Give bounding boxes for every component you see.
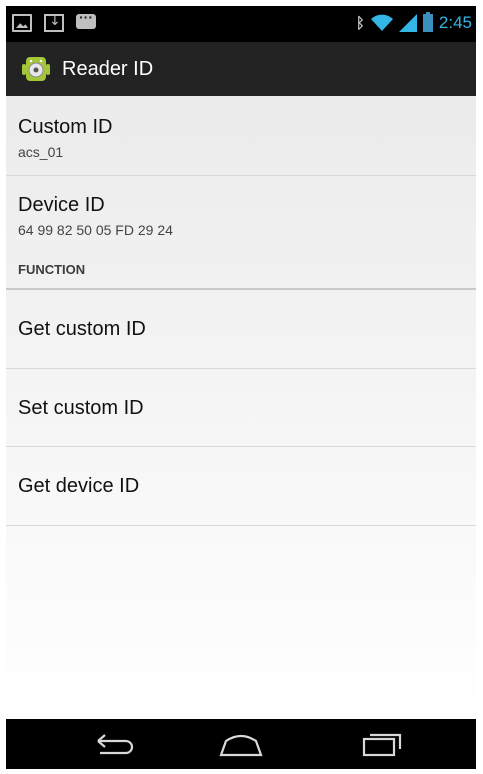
set-custom-id-button[interactable]: Set custom ID — [6, 369, 476, 446]
back-icon[interactable] — [88, 729, 138, 759]
preference-list: Custom ID acs_01 Device ID 64 99 82 50 0… — [6, 96, 476, 719]
signal-icon — [398, 14, 417, 32]
custom-id-title: Custom ID — [18, 116, 113, 138]
notification-icons — [12, 9, 96, 32]
app-title: Reader ID — [62, 57, 154, 80]
recent-apps-icon[interactable] — [358, 729, 408, 759]
phone-screen: ᛒ 2:45 Reader ID Custom ID acs_01 — [6, 6, 476, 769]
android-icon[interactable] — [20, 53, 52, 85]
divider — [6, 525, 476, 526]
get-device-id-label: Get device ID — [18, 475, 140, 497]
get-custom-id-label: Get custom ID — [18, 318, 146, 340]
chat-icon — [76, 9, 96, 29]
gallery-icon — [12, 14, 32, 32]
status-time: 2:45 — [438, 13, 472, 32]
battery-icon — [422, 12, 433, 32]
get-device-id-button[interactable]: Get device ID — [6, 447, 476, 524]
action-bar: Reader ID — [6, 42, 476, 96]
wifi-icon — [370, 14, 393, 31]
device-id-title: Device ID — [18, 194, 105, 216]
custom-id-item[interactable]: Custom ID acs_01 — [6, 96, 476, 175]
system-icons: ᛒ 2:45 — [355, 12, 472, 33]
custom-id-value: acs_01 — [18, 144, 64, 160]
get-custom-id-button[interactable]: Get custom ID — [6, 290, 476, 367]
device-id-item[interactable]: Device ID 64 99 82 50 05 FD 29 24 — [6, 176, 476, 256]
set-custom-id-label: Set custom ID — [18, 397, 144, 419]
navigation-bar — [6, 719, 476, 769]
device-id-value: 64 99 82 50 05 FD 29 24 — [18, 222, 173, 238]
status-bar: ᛒ 2:45 — [6, 6, 476, 42]
bluetooth-icon: ᛒ — [355, 14, 365, 32]
home-icon[interactable] — [216, 729, 266, 759]
download-icon — [44, 13, 64, 32]
function-category-header: FUNCTION — [18, 262, 86, 277]
